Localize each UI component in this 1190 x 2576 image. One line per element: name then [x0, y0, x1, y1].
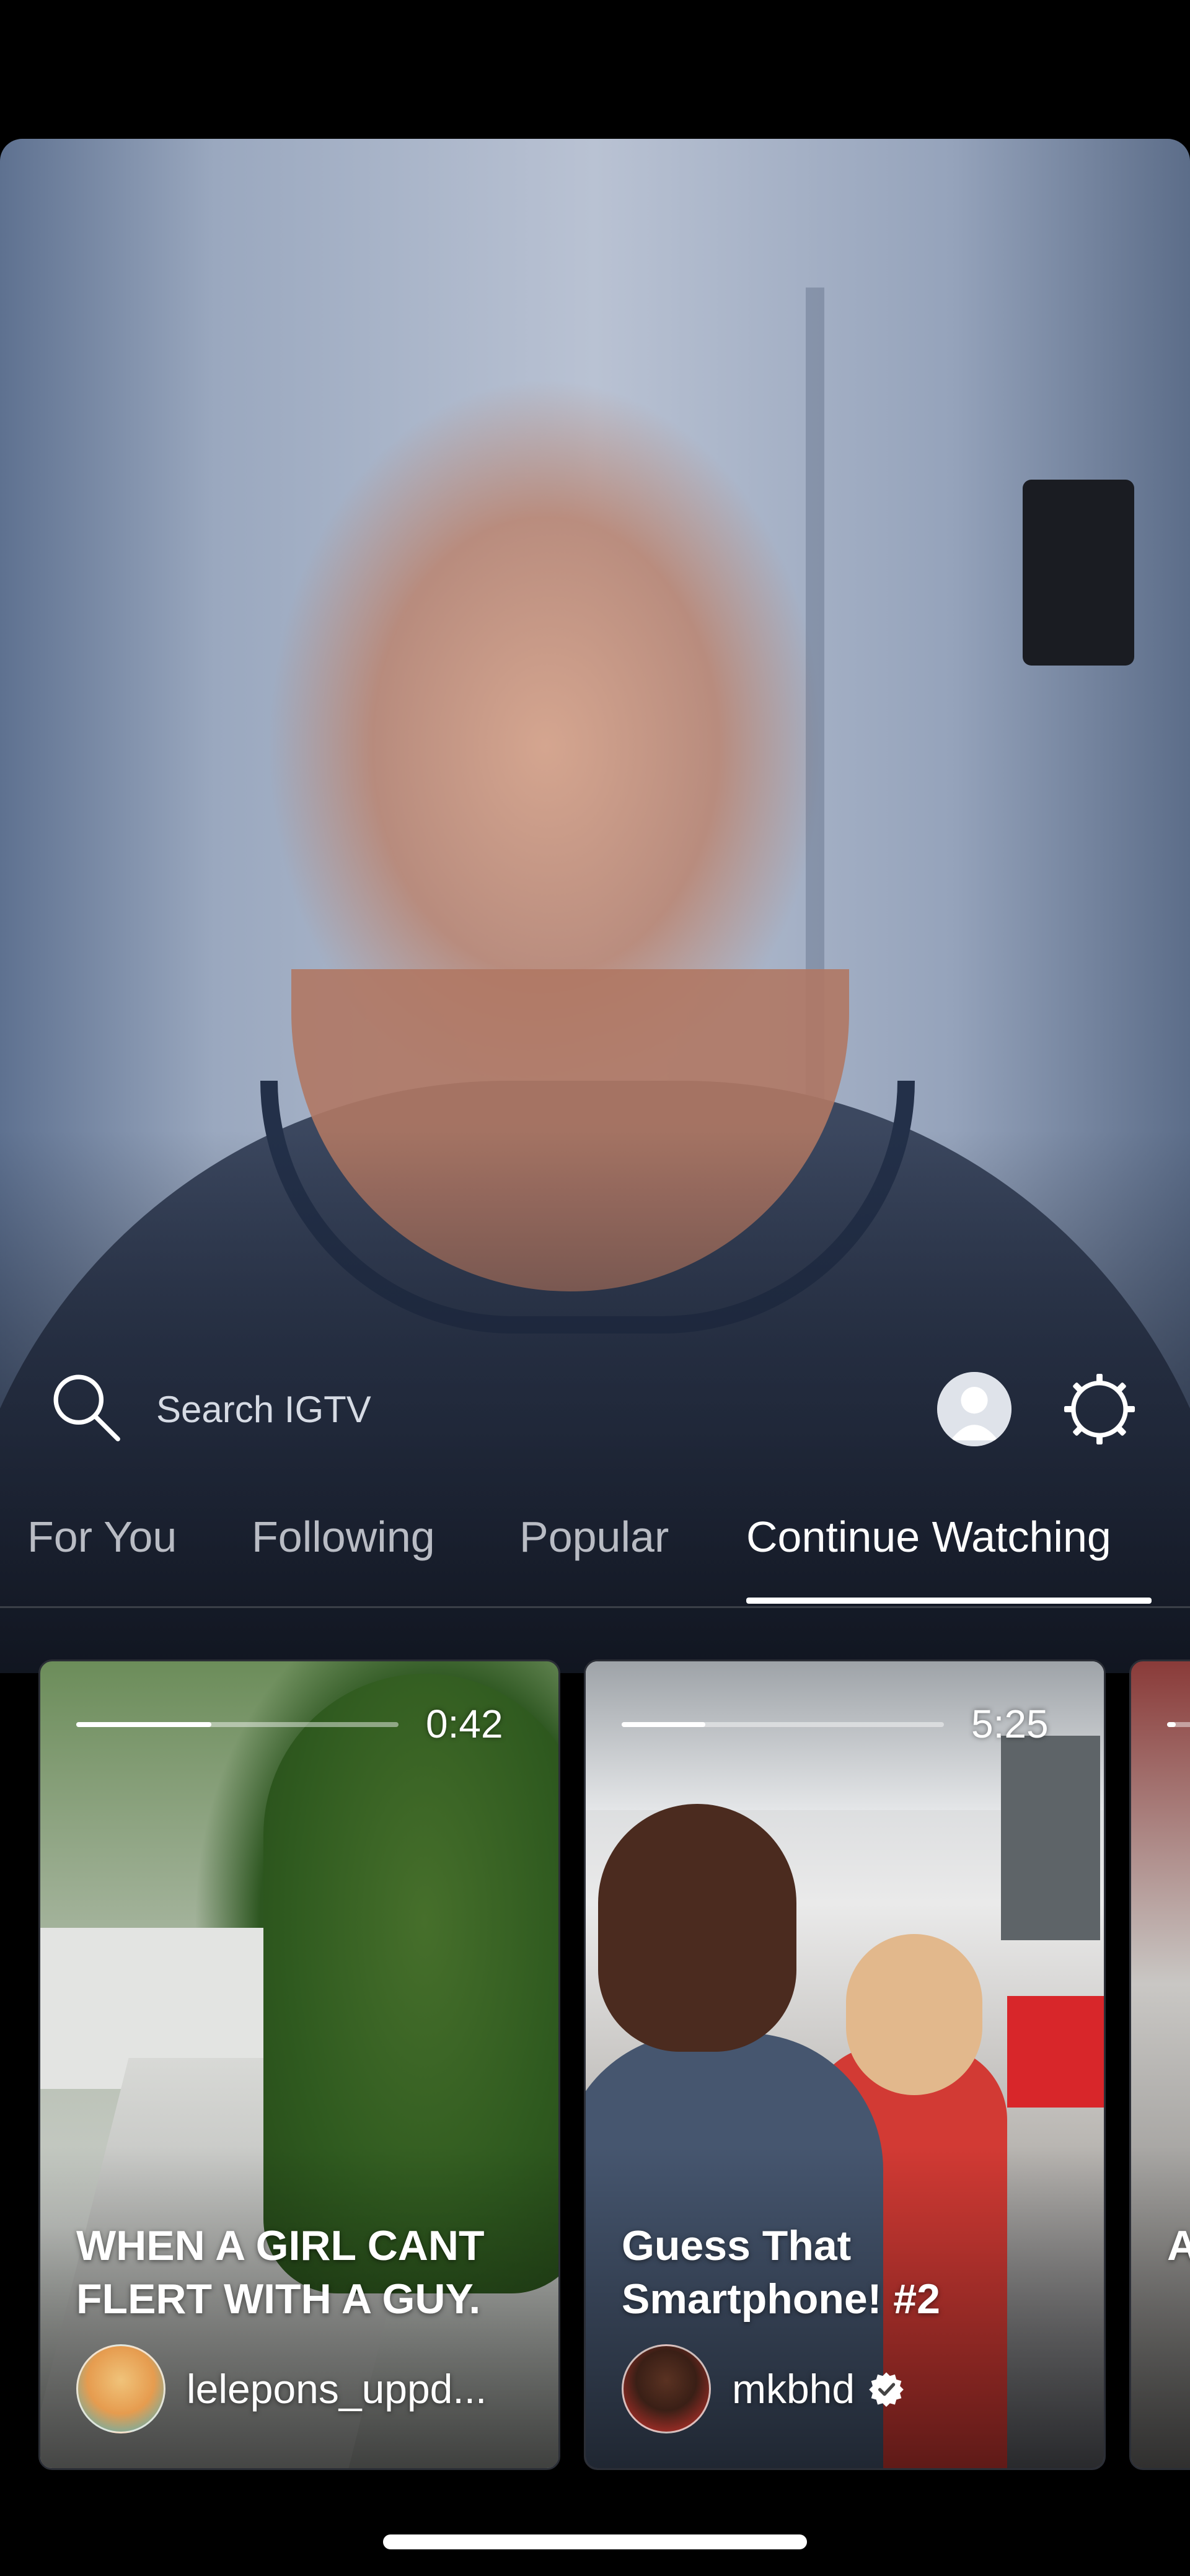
- profile-button[interactable]: [937, 1372, 1011, 1446]
- tab-for-you[interactable]: For You: [27, 1512, 177, 1562]
- featured-video[interactable]: [0, 139, 1190, 1673]
- card-shade: [1131, 2146, 1190, 2468]
- watch-progress-bar: [1167, 1722, 1190, 1727]
- settings-gear-icon[interactable]: [1061, 1371, 1138, 1448]
- card-thumbnail-person: [598, 1804, 796, 2052]
- video-card[interactable]: A D: [1129, 1659, 1190, 2470]
- profile-icon: [937, 1372, 1011, 1446]
- creator-avatar[interactable]: [76, 2344, 165, 2433]
- tab-continue-watching[interactable]: Continue Watching: [746, 1512, 1111, 1562]
- video-duration: 5:25: [971, 1702, 1049, 1746]
- creator-info[interactable]: lelepons_uppd...: [76, 2344, 487, 2433]
- creator-username[interactable]: mkbhd: [732, 2365, 855, 2412]
- watch-progress-bar: [76, 1722, 399, 1727]
- tabs-divider: [0, 1606, 1190, 1608]
- active-tab-indicator: [746, 1598, 1152, 1604]
- tab-popular[interactable]: Popular: [519, 1512, 669, 1562]
- tab-following[interactable]: Following: [252, 1512, 435, 1562]
- search-input[interactable]: Search IGTV: [156, 1388, 371, 1431]
- video-title: Guess That Smartphone! #2: [622, 2222, 940, 2323]
- video-duration: 0:42: [426, 1702, 503, 1746]
- watch-progress-fill: [1167, 1722, 1176, 1727]
- background-door-window: [1023, 480, 1134, 666]
- video-card[interactable]: 0:42 WHEN A GIRL CANT FLERT WITH A GUY. …: [38, 1659, 560, 2470]
- watch-progress-fill: [76, 1722, 212, 1727]
- creator-info[interactable]: mkbhd: [622, 2344, 904, 2433]
- card-thumbnail-person: [846, 1934, 982, 2095]
- creator-username[interactable]: lelepons_uppd...: [187, 2365, 487, 2412]
- igtv-screen: Search IGTV For You Following Popular Co…: [0, 0, 1190, 2576]
- tab-bar: For You Following Popular Continue Watch…: [0, 1493, 1190, 1605]
- video-title: A D: [1167, 2219, 1190, 2272]
- verified-badge-icon: [869, 2372, 904, 2407]
- card-thumbnail-window: [1001, 1736, 1100, 1940]
- home-indicator[interactable]: [383, 2534, 807, 2549]
- search-icon[interactable]: [48, 1369, 124, 1445]
- video-title: WHEN A GIRL CANT FLERT WITH A GUY.: [76, 2222, 485, 2323]
- creator-avatar[interactable]: [622, 2344, 711, 2433]
- watch-progress-fill: [622, 1722, 706, 1727]
- video-card-row: 0:42 WHEN A GIRL CANT FLERT WITH A GUY. …: [0, 1659, 1190, 2470]
- card-thumbnail-rug: [1007, 1996, 1104, 2108]
- watch-progress-bar: [622, 1722, 944, 1727]
- video-card[interactable]: 5:25 Guess That Smartphone! #2 mkbhd: [584, 1659, 1106, 2470]
